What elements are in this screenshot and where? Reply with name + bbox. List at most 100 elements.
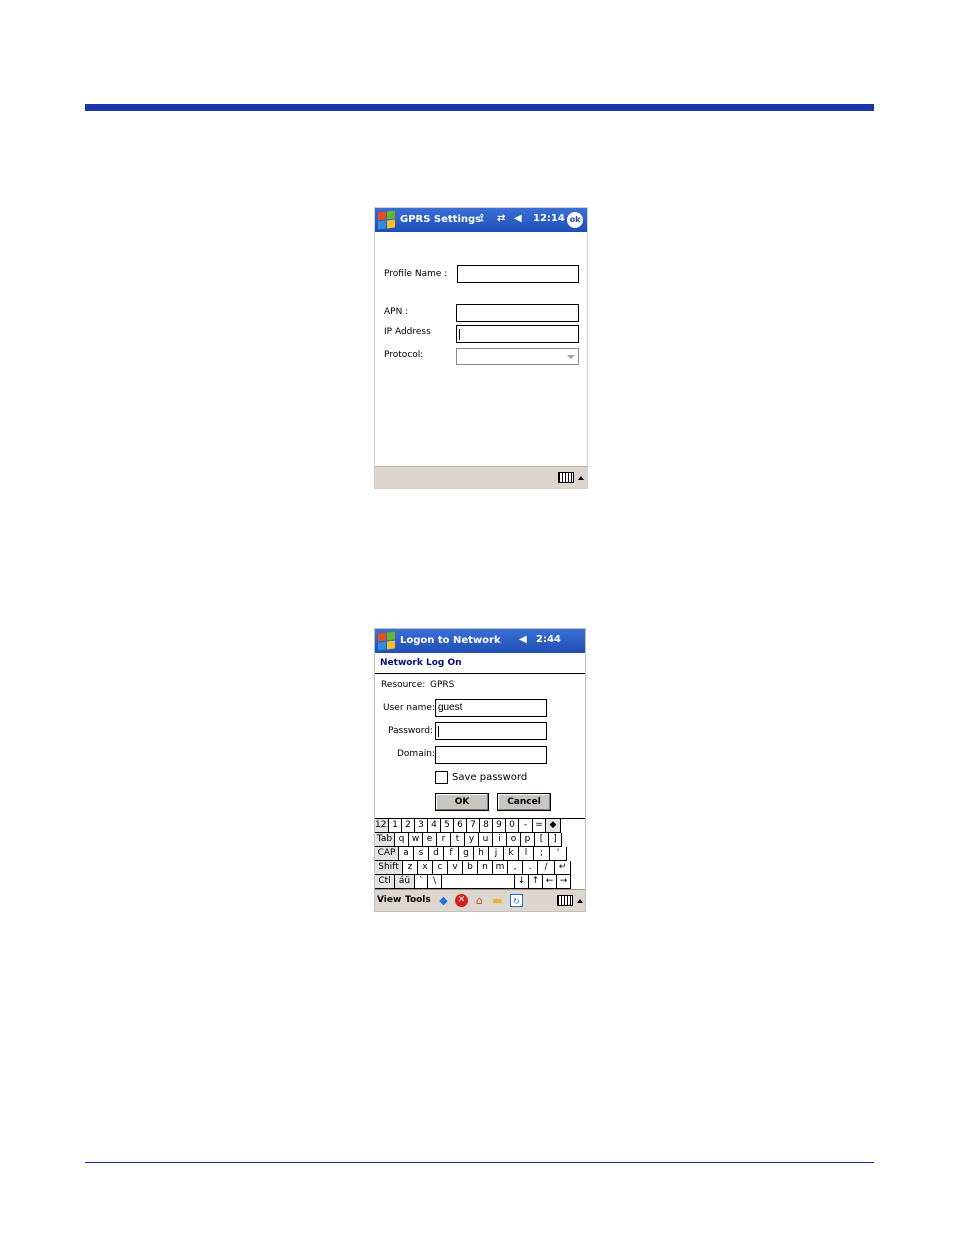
key[interactable]: q xyxy=(395,833,409,847)
logon-network-screen: Logon to Network ◀︎ 2:44 Network Log On … xyxy=(374,628,586,912)
input-menu-arrow-icon[interactable] xyxy=(577,899,583,903)
favorites-icon[interactable]: ▬ xyxy=(491,894,504,907)
profile-name-field[interactable] xyxy=(457,265,579,283)
key[interactable]: ↑ xyxy=(529,875,543,889)
refresh-icon[interactable]: ↻ xyxy=(510,894,523,907)
cancel-button[interactable]: Cancel xyxy=(497,793,551,811)
key[interactable]: ; xyxy=(534,847,550,861)
key[interactable]: . xyxy=(523,861,538,875)
username-field[interactable]: guest xyxy=(435,699,547,717)
key[interactable]: 2 xyxy=(402,819,415,833)
resource-value: GPRS xyxy=(430,680,455,690)
key[interactable]: 7 xyxy=(467,819,480,833)
clock[interactable]: 2:44 xyxy=(536,634,561,645)
key[interactable]: h xyxy=(474,847,489,861)
key[interactable]: = xyxy=(533,819,546,833)
start-menu-icon[interactable] xyxy=(377,631,396,651)
key[interactable]: → xyxy=(557,875,571,889)
password-field[interactable] xyxy=(435,722,547,740)
start-menu-icon[interactable] xyxy=(377,210,396,230)
key[interactable]: 123 xyxy=(375,819,389,833)
home-icon[interactable]: ⌂ xyxy=(473,894,486,907)
keyboard-row5: Ctl áü ` \ ↓ ↑ ← → xyxy=(375,875,585,889)
antenna-icon[interactable]: ⟟ xyxy=(480,213,484,224)
key[interactable]: x xyxy=(418,861,433,875)
key[interactable]: l xyxy=(519,847,534,861)
stop-icon[interactable]: ✕ xyxy=(455,894,468,907)
title-bar: GPRS Settings ⟟ ⇄ ◀︎ 12:14 ok xyxy=(375,208,587,232)
key[interactable]: , xyxy=(508,861,523,875)
input-menu-arrow-icon[interactable] xyxy=(578,476,584,480)
key[interactable]: v xyxy=(448,861,463,875)
ip-address-field[interactable] xyxy=(456,325,579,343)
key[interactable]: ] xyxy=(549,833,562,847)
key[interactable]: k xyxy=(504,847,519,861)
keyboard-row2: Tab q w e r t y u i o p[] xyxy=(375,833,585,847)
speaker-icon[interactable]: ◀︎ xyxy=(514,213,522,224)
key[interactable]: o xyxy=(507,833,521,847)
key[interactable]: 1 xyxy=(389,819,402,833)
key[interactable]: 5 xyxy=(441,819,454,833)
key[interactable]: ← xyxy=(543,875,557,889)
key[interactable]: r xyxy=(437,833,451,847)
key[interactable]: 0 xyxy=(506,819,519,833)
key[interactable]: 4 xyxy=(428,819,441,833)
save-password-checkbox[interactable] xyxy=(435,771,448,784)
key[interactable]: g xyxy=(459,847,474,861)
footer-rule xyxy=(85,1162,874,1163)
key[interactable]: c xyxy=(433,861,448,875)
key[interactable]: a xyxy=(399,847,414,861)
key[interactable]: p xyxy=(521,833,535,847)
key[interactable]: z xyxy=(403,861,418,875)
keyboard-row3: CAP a s d f g h j k l; ' xyxy=(375,847,585,861)
key[interactable]: y xyxy=(465,833,479,847)
key[interactable]: - xyxy=(519,819,533,833)
key[interactable]: ◆ xyxy=(546,819,561,833)
key[interactable]: áü xyxy=(395,875,415,889)
key[interactable]: ' xyxy=(550,847,567,861)
ok-button[interactable]: OK xyxy=(435,793,489,811)
key[interactable]: s xyxy=(414,847,429,861)
key[interactable]: ` xyxy=(415,875,428,889)
key[interactable]: ↓ xyxy=(515,875,529,889)
key[interactable]: Ctl xyxy=(375,875,395,889)
key[interactable]: Tab xyxy=(375,833,395,847)
key[interactable]: e xyxy=(423,833,437,847)
key[interactable]: j xyxy=(489,847,504,861)
key[interactable]: i xyxy=(493,833,507,847)
clock[interactable]: 12:14 xyxy=(533,213,565,224)
key[interactable]: d xyxy=(429,847,444,861)
key[interactable]: n xyxy=(478,861,493,875)
key[interactable]: 3 xyxy=(415,819,428,833)
key[interactable]: ↵ xyxy=(555,861,571,875)
menu-bar xyxy=(375,466,587,488)
key[interactable]: Shift xyxy=(375,861,403,875)
tools-menu[interactable]: Tools xyxy=(405,895,431,905)
key-space[interactable] xyxy=(442,875,515,889)
key[interactable]: m xyxy=(493,861,508,875)
key[interactable]: [ xyxy=(535,833,549,847)
key[interactable]: 8 xyxy=(480,819,493,833)
key[interactable]: t xyxy=(451,833,465,847)
key[interactable]: b xyxy=(463,861,478,875)
apn-field[interactable] xyxy=(456,304,579,322)
view-menu[interactable]: View xyxy=(377,895,401,905)
connection-icon[interactable]: ⇄ xyxy=(497,213,505,224)
domain-field[interactable] xyxy=(435,746,547,764)
protocol-dropdown[interactable] xyxy=(456,348,579,365)
back-icon[interactable]: ◆ xyxy=(437,894,450,907)
ok-button[interactable]: ok xyxy=(567,212,583,228)
key[interactable]: 9 xyxy=(493,819,506,833)
keyboard-icon[interactable] xyxy=(557,895,573,906)
save-password-label[interactable]: Save password xyxy=(452,772,527,783)
key[interactable]: / xyxy=(538,861,555,875)
key[interactable]: 6 xyxy=(454,819,467,833)
keyboard-row1: 1231234567890-=◆ xyxy=(375,819,585,833)
key[interactable]: u xyxy=(479,833,493,847)
speaker-icon[interactable]: ◀︎ xyxy=(519,634,527,645)
key[interactable]: \ xyxy=(428,875,442,889)
keyboard-icon[interactable] xyxy=(558,472,574,483)
key[interactable]: CAP xyxy=(375,847,399,861)
key[interactable]: w xyxy=(409,833,423,847)
key[interactable]: f xyxy=(444,847,459,861)
